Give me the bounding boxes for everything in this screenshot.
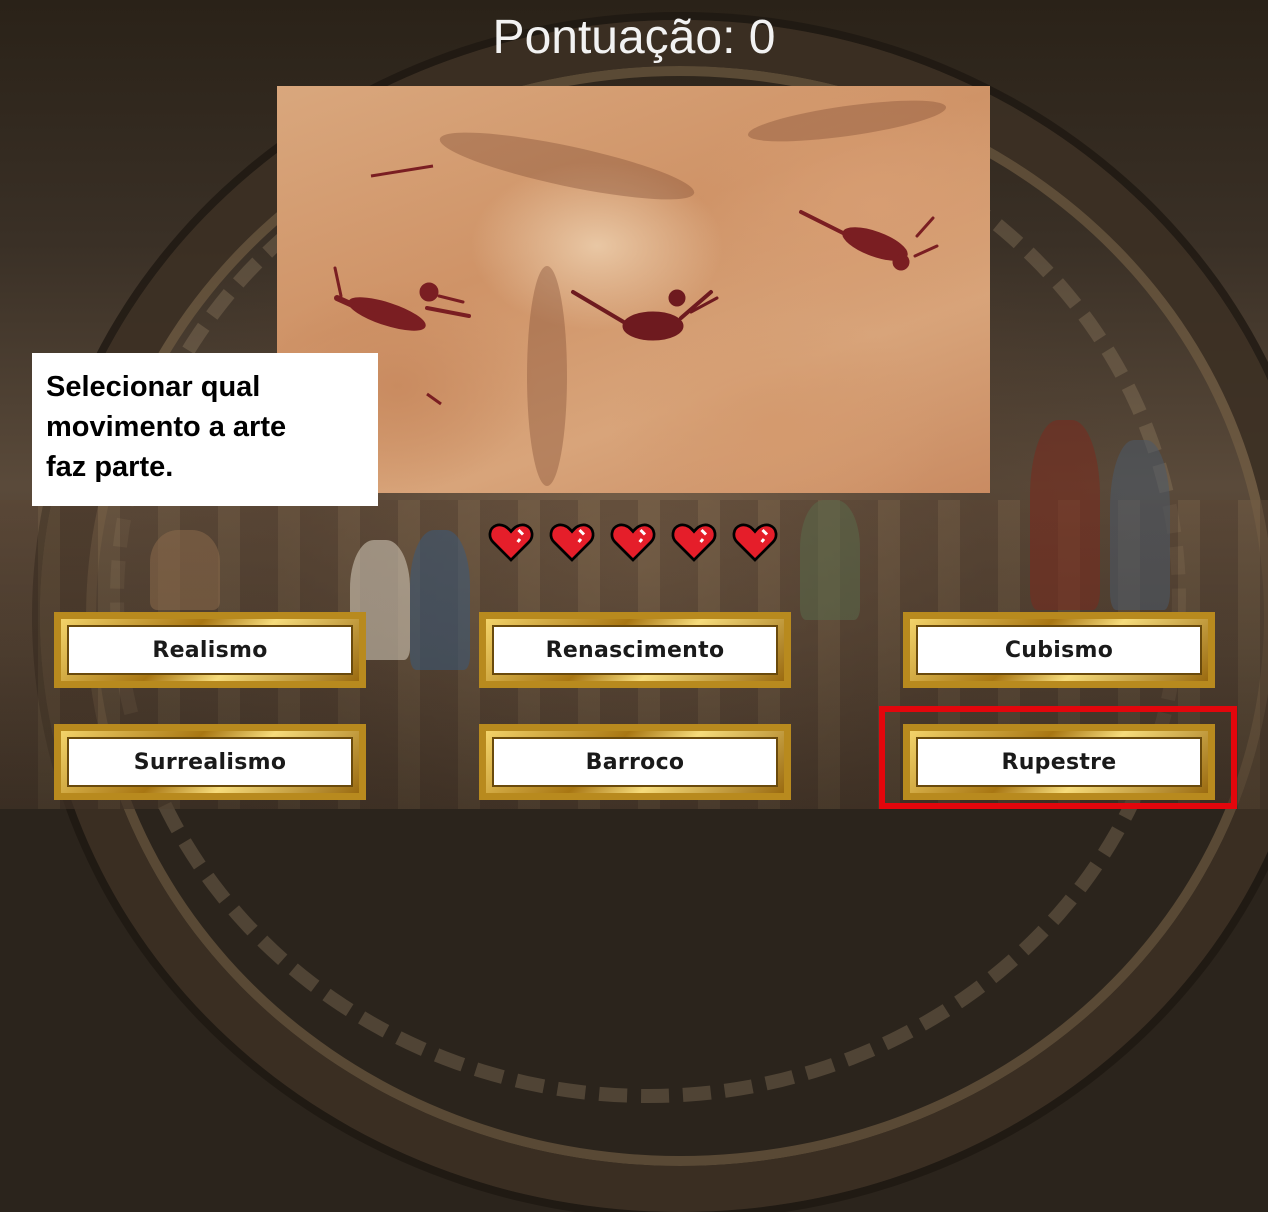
background-figure xyxy=(1110,440,1170,610)
answer-button-cubismo[interactable]: Cubismo xyxy=(903,612,1215,688)
instruction-box: Selecionar qual movimento a arte faz par… xyxy=(32,353,378,506)
correct-answer-highlight xyxy=(879,706,1237,809)
answer-button-barroco[interactable]: Barroco xyxy=(479,724,791,800)
heart-icon xyxy=(488,523,534,562)
answer-label: Realismo xyxy=(67,625,353,675)
heart-icon xyxy=(610,523,656,562)
heart-icon xyxy=(549,523,595,562)
answer-label: Barroco xyxy=(492,737,778,787)
artwork-image xyxy=(277,86,990,493)
answer-label: Renascimento xyxy=(492,625,778,675)
heart-icon xyxy=(671,523,717,562)
background-figure xyxy=(1030,420,1100,610)
score-label: Pontuação: 0 xyxy=(492,11,776,64)
cave-painting-figures xyxy=(333,164,939,406)
background-figure xyxy=(410,530,470,670)
instruction-line: faz parte. xyxy=(46,451,174,483)
background-figure xyxy=(800,500,860,620)
background-figure xyxy=(150,530,220,610)
heart-icon xyxy=(732,523,778,562)
answer-label: Cubismo xyxy=(916,625,1202,675)
answer-button-surrealismo[interactable]: Surrealismo xyxy=(54,724,366,800)
answer-label: Surrealismo xyxy=(67,737,353,787)
instruction-line: movimento a arte xyxy=(46,411,287,443)
answer-button-realismo[interactable]: Realismo xyxy=(54,612,366,688)
answer-button-renascimento[interactable]: Renascimento xyxy=(479,612,791,688)
instruction-line: Selecionar qual xyxy=(46,371,261,403)
